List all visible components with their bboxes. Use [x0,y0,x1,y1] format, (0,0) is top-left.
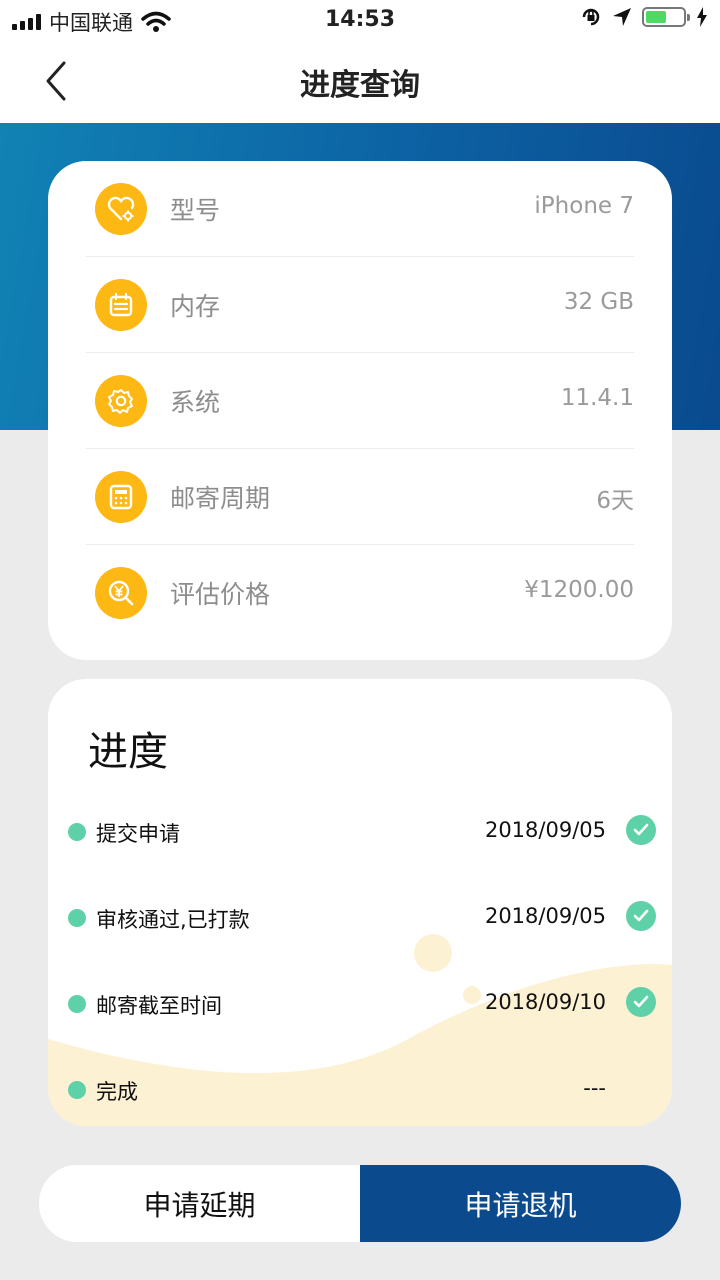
yen-search-icon [95,567,147,619]
step-name: 邮寄截至时间 [96,994,222,1018]
step-date: --- [583,1076,606,1100]
info-label: 系统 [170,388,221,417]
location-arrow-icon [613,8,631,26]
progress-step: 完成 --- [48,1071,672,1111]
info-row-storage: 内存 32 GB [86,257,634,353]
info-row-price: 评估价格 ¥1200.00 [86,545,634,641]
progress-step: 审核通过,已打款 2018/09/05 [48,899,672,939]
heart-gear-icon [95,183,147,235]
calendar-icon [95,279,147,331]
apply-return-button[interactable]: 申请退机 [360,1165,681,1242]
step-name: 完成 [96,1080,138,1104]
progress-card: 进度 提交申请 2018/09/05 审核通过,已打款 2018/09/05 邮… [48,679,672,1126]
device-info-card: 型号 iPhone 7 内存 32 GB 系统 11.4.1 邮寄周期 6天 评… [48,161,672,660]
info-label: 内存 [170,292,221,321]
battery-icon [642,7,690,27]
rotation-lock-icon [582,8,600,26]
step-dot [68,909,86,927]
gear-icon [95,375,147,427]
step-dot [68,1081,86,1099]
status-bar: 中国联通 14:53 [0,0,720,40]
info-value: iPhone 7 [534,193,634,219]
status-right [580,6,708,28]
info-label: 邮寄周期 [170,484,271,513]
info-row-model: 型号 iPhone 7 [86,161,634,257]
info-value: 11.4.1 [560,385,634,411]
calculator-icon [95,471,147,523]
progress-step: 邮寄截至时间 2018/09/10 [48,985,672,1025]
info-row-shipping-cycle: 邮寄周期 6天 [86,449,634,545]
progress-heading: 进度 [88,729,168,775]
step-dot [68,995,86,1013]
info-label: 评估价格 [170,580,271,609]
step-date: 2018/09/10 [484,990,606,1014]
check-icon [626,901,656,931]
apply-extension-button[interactable]: 申请延期 [39,1165,360,1242]
progress-step: 提交申请 2018/09/05 [48,813,672,853]
battery-fill [646,11,666,23]
charging-bolt-icon [697,7,707,27]
step-date: 2018/09/05 [484,904,606,928]
action-bar: 申请延期 申请退机 [39,1165,681,1242]
step-dot [68,823,86,841]
info-label: 型号 [170,196,221,225]
nav-bar: 进度查询 [0,40,720,123]
info-value: ¥1200.00 [524,577,634,603]
check-icon [626,987,656,1017]
step-name: 审核通过,已打款 [96,908,250,932]
check-icon [626,815,656,845]
info-value: 6天 [596,488,634,514]
info-row-system: 系统 11.4.1 [86,353,634,449]
step-name: 提交申请 [96,822,180,846]
page-title: 进度查询 [300,68,420,103]
info-value: 32 GB [563,289,634,315]
step-date: 2018/09/05 [484,818,606,842]
